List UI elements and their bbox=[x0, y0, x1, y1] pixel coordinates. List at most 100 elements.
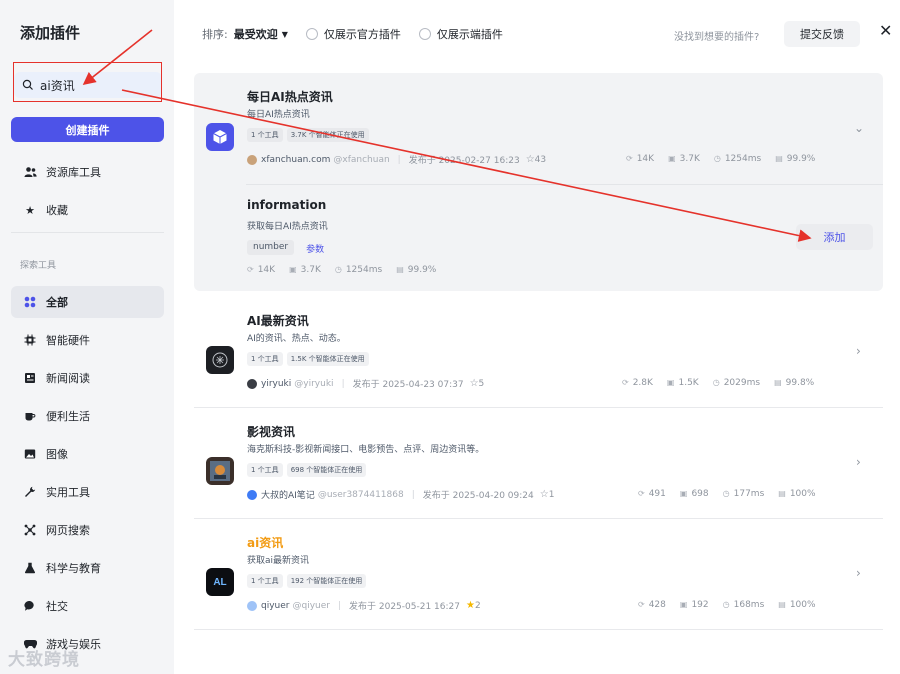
plugin-tags: 1 个工具 192 个智能体正在使用 bbox=[247, 574, 367, 588]
plugin-tags: 1 个工具 1.5K 个智能体正在使用 bbox=[247, 352, 369, 366]
author-name[interactable]: 大叔的AI笔记 bbox=[261, 488, 315, 501]
chevron-down-icon[interactable]: ⌄ bbox=[854, 121, 864, 135]
success-rate: ▤ 99.9% bbox=[775, 154, 816, 164]
star-icon[interactable]: ☆ bbox=[540, 489, 549, 500]
plugin-desc: AI的资讯、热点、动态。 bbox=[247, 334, 346, 344]
author-handle: @xfanchuan bbox=[333, 154, 390, 165]
avatar bbox=[247, 154, 257, 165]
sidebar-item-library-tools[interactable]: 资源库工具 bbox=[11, 156, 164, 188]
avatar bbox=[247, 378, 257, 389]
clock-icon: ◷ bbox=[722, 600, 730, 609]
refresh-icon: ⟳ bbox=[622, 378, 629, 387]
plugin-tags: 1 个工具 698 个智能体正在使用 bbox=[247, 463, 367, 477]
bot-icon: ▣ bbox=[666, 378, 675, 387]
caret-down-icon[interactable]: ▼ bbox=[282, 30, 288, 39]
sidebar-category-life[interactable]: 便利生活 bbox=[11, 400, 164, 432]
sidebar-category-social[interactable]: 社交 bbox=[11, 590, 164, 622]
publish-date: 发布于 2025-02-27 16:23 bbox=[408, 156, 520, 166]
call-count: ⟳ 428 bbox=[638, 600, 666, 610]
sidebar-item-label: 智能硬件 bbox=[46, 334, 90, 347]
image-icon bbox=[23, 447, 37, 461]
sidebar-category-news[interactable]: 新闻阅读 bbox=[11, 362, 164, 394]
users-icon bbox=[23, 165, 37, 179]
star-icon[interactable]: ☆ bbox=[526, 154, 535, 165]
official-filter-radio[interactable] bbox=[305, 28, 318, 40]
sidebar-category-smart-hardware[interactable]: 智能硬件 bbox=[11, 324, 164, 356]
sidebar-item-label: 全部 bbox=[46, 296, 68, 309]
create-plugin-button[interactable]: 创建插件 bbox=[11, 117, 164, 142]
close-icon[interactable]: ✕ bbox=[879, 21, 892, 40]
latency: ◷ 177ms bbox=[722, 489, 765, 499]
sidebar-item-favorites[interactable]: ★ 收藏 bbox=[11, 194, 164, 226]
plugin-card[interactable]: AL ai资讯 获取ai最新资讯 1 个工具 192 个智能体正在使用 qiyu… bbox=[194, 520, 883, 630]
sidebar-category-utilities[interactable]: 实用工具 bbox=[11, 476, 164, 508]
chevron-right-icon[interactable]: › bbox=[856, 566, 861, 580]
clock-icon: ◷ bbox=[334, 265, 342, 274]
plugin-desc: 获取ai最新资讯 bbox=[247, 556, 310, 566]
usage-tag: 1.5K 个智能体正在使用 bbox=[286, 352, 369, 366]
plugin-card[interactable]: 影视资讯 海克斯科技-影视新闻接口、电影预告、点评、周边资讯等。 1 个工具 6… bbox=[194, 409, 883, 519]
author-name[interactable]: qiyuer bbox=[261, 601, 289, 611]
bot-count: ▣ 698 bbox=[679, 489, 709, 499]
plugin-card[interactable]: AI最新资讯 AI的资讯、热点、动态。 1 个工具 1.5K 个智能体正在使用 … bbox=[194, 298, 883, 408]
bot-count: ▣ 3.7K bbox=[289, 265, 321, 275]
author-name[interactable]: xfanchuan.com bbox=[261, 155, 330, 165]
plugin-card-expanded[interactable]: 每日AI热点资讯 每日AI热点资讯 1 个工具 3.7K 个智能体正在使用 xf… bbox=[194, 73, 883, 291]
bot-icon: ▣ bbox=[668, 154, 676, 163]
sidebar-item-label: 图像 bbox=[46, 448, 68, 461]
star-icon[interactable]: ☆ bbox=[470, 378, 479, 389]
author-handle: @yiryuki bbox=[294, 378, 334, 389]
param-link[interactable]: 参数 bbox=[306, 240, 324, 255]
star-filled-icon[interactable]: ★ bbox=[466, 600, 475, 611]
sidebar-item-label: 收藏 bbox=[46, 204, 68, 217]
author-handle: @qiyuer bbox=[292, 600, 330, 611]
publish-date: 发布于 2025-04-20 09:24 bbox=[422, 491, 534, 501]
latency: ◷ 168ms bbox=[722, 600, 765, 610]
feedback-button[interactable]: 提交反馈 bbox=[784, 21, 860, 47]
chevron-right-icon[interactable]: › bbox=[856, 344, 861, 358]
client-filter-radio[interactable] bbox=[418, 28, 431, 40]
plugin-name: 影视资讯 bbox=[247, 425, 296, 439]
call-count: ⟳ 14K bbox=[626, 154, 655, 164]
official-filter-label[interactable]: 仅展示官方插件 bbox=[324, 26, 401, 42]
cup-icon bbox=[23, 409, 37, 423]
author-name[interactable]: yiryuki bbox=[261, 379, 291, 389]
sidebar-category-science[interactable]: 科学与教育 bbox=[11, 552, 164, 584]
filter-toolbar: 排序: 最受欢迎 ▼ 仅展示官方插件 仅展示端插件 bbox=[202, 26, 503, 42]
doc-icon: ▤ bbox=[778, 489, 786, 498]
star-count: 2 bbox=[474, 600, 481, 611]
sidebar-category-all[interactable]: 全部 bbox=[11, 286, 164, 318]
latency: ◷ 1254ms bbox=[334, 265, 383, 275]
grid-icon bbox=[23, 295, 37, 309]
plugin-list-panel: 排序: 最受欢迎 ▼ 仅展示官方插件 仅展示端插件 没找到想要的插件? 提交反馈… bbox=[174, 0, 900, 674]
wrench-icon bbox=[23, 485, 37, 499]
bot-count: ▣ 1.5K bbox=[666, 378, 699, 388]
call-count: ⟳ 14K bbox=[247, 265, 276, 275]
chat-icon bbox=[23, 599, 37, 613]
refresh-icon: ⟳ bbox=[626, 154, 633, 163]
sidebar-category-web-search[interactable]: 网页搜索 bbox=[11, 514, 164, 546]
tool-count-tag: 1 个工具 bbox=[247, 463, 283, 477]
plugin-desc: 每日AI热点资讯 bbox=[247, 110, 310, 120]
add-tool-button[interactable]: 添加 bbox=[796, 224, 873, 250]
plugin-stats: ⟳ 491 ▣ 698 ◷ 177ms ▤ 100% bbox=[638, 489, 816, 499]
usage-tag: 698 个智能体正在使用 bbox=[286, 463, 367, 477]
latency: ◷ 2029ms bbox=[712, 378, 761, 388]
cube-icon bbox=[206, 123, 234, 151]
network-icon bbox=[23, 523, 37, 537]
news-icon bbox=[23, 371, 37, 385]
plugin-tags: 1 个工具 3.7K 个智能体正在使用 bbox=[247, 128, 369, 142]
plugin-meta: qiyuer @qiyuer | 发布于 2025-05-21 16:27 ★ … bbox=[247, 599, 481, 612]
success-rate: ▤ 100% bbox=[778, 489, 816, 499]
plugin-name: 每日AI热点资讯 bbox=[247, 90, 333, 104]
client-filter-label[interactable]: 仅展示端插件 bbox=[437, 26, 503, 42]
sidebar-item-label: 新闻阅读 bbox=[46, 372, 90, 385]
bot-icon: ▣ bbox=[679, 489, 688, 498]
sidebar-category-image[interactable]: 图像 bbox=[11, 438, 164, 470]
bot-icon: ▣ bbox=[289, 265, 297, 274]
sort-dropdown[interactable]: 最受欢迎 bbox=[234, 26, 278, 42]
success-rate: ▤ 99.8% bbox=[774, 378, 815, 388]
plugin-meta: yiryuki @yiryuki | 发布于 2025-04-23 07:37 … bbox=[247, 377, 484, 390]
chevron-right-icon[interactable]: › bbox=[856, 455, 861, 469]
sidebar-item-label: 便利生活 bbox=[46, 410, 90, 423]
